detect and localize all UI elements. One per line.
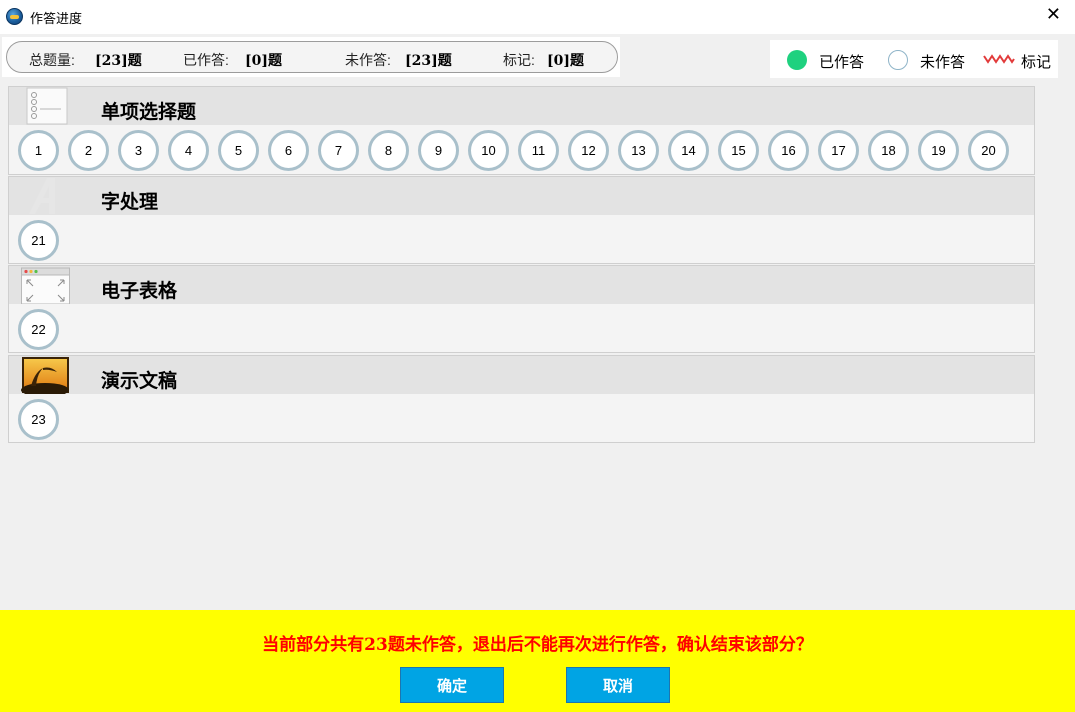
question-button-6[interactable]: 6: [268, 130, 309, 171]
question-row: 21: [18, 220, 68, 261]
question-button-4[interactable]: 4: [168, 130, 209, 171]
section-single-choice: 单项选择题 1 2 3 4 5 6 7 8 9 10 11 12 13 14 1…: [8, 86, 1035, 175]
answered-value: [0]题: [245, 53, 282, 69]
confirm-message: 当前部分共有23题未作答，退出后不能再次进行作答，确认结束该部分？: [262, 635, 813, 655]
question-button-23[interactable]: 23: [18, 399, 59, 440]
total-value: [23]题: [95, 53, 142, 69]
wavy-mark-icon: [983, 54, 1015, 64]
section-word-processing: 字处理 21: [8, 176, 1035, 264]
question-row: 1 2 3 4 5 6 7 8 9 10 11 12 13 14 15 16 1…: [18, 130, 1018, 171]
question-button-9[interactable]: 9: [418, 130, 459, 171]
question-button-10[interactable]: 10: [468, 130, 509, 171]
question-button-3[interactable]: 3: [118, 130, 159, 171]
legend-marked: 标记: [1021, 54, 1052, 71]
sunset-picture-icon: [21, 357, 69, 394]
window-expand-icon: [21, 267, 70, 304]
question-button-15[interactable]: 15: [718, 130, 759, 171]
marked-label: 标记:: [503, 52, 535, 68]
section-spreadsheet: 电子表格 22: [8, 265, 1035, 353]
section-title: 字处理: [101, 191, 159, 213]
unanswered-label: 未作答:: [345, 52, 391, 68]
section-presentation: 演示文稿 23: [8, 355, 1035, 443]
legend: 已作答 未作答 标记: [770, 40, 1058, 78]
unanswered-value: [23]题: [405, 53, 452, 69]
question-button-22[interactable]: 22: [18, 309, 59, 350]
unanswered-circle-icon: [888, 50, 908, 70]
summary-bar: 总题量: [23]题 已作答: [0]题 未作答: [23]题 标记: [0]题: [2, 37, 620, 77]
question-button-16[interactable]: 16: [768, 130, 809, 171]
confirm-panel: 当前部分共有23题未作答，退出后不能再次进行作答，确认结束该部分？ 确定 取消: [0, 610, 1075, 712]
cancel-button[interactable]: 取消: [566, 667, 670, 703]
window-title: 作答进度: [30, 11, 83, 26]
question-button-5[interactable]: 5: [218, 130, 259, 171]
section-header: 演示文稿: [9, 356, 1034, 394]
question-button-17[interactable]: 17: [818, 130, 859, 171]
section-header: 字处理: [9, 177, 1034, 215]
question-button-2[interactable]: 2: [68, 130, 109, 171]
question-button-7[interactable]: 7: [318, 130, 359, 171]
section-title: 电子表格: [101, 280, 178, 302]
list-document-icon: [26, 87, 68, 125]
close-icon[interactable]: ✕: [1046, 5, 1061, 25]
question-button-21[interactable]: 21: [18, 220, 59, 261]
section-title: 演示文稿: [101, 370, 178, 392]
total-label: 总题量:: [29, 52, 75, 68]
question-button-1[interactable]: 1: [18, 130, 59, 171]
question-button-8[interactable]: 8: [368, 130, 409, 171]
legend-unanswered: 未作答: [920, 54, 966, 71]
section-header: 单项选择题: [9, 87, 1034, 125]
question-button-13[interactable]: 13: [618, 130, 659, 171]
question-button-12[interactable]: 12: [568, 130, 609, 171]
answered-dot-icon: [787, 50, 807, 70]
question-button-11[interactable]: 11: [518, 130, 559, 171]
legend-answered: 已作答: [819, 54, 865, 71]
question-row: 23: [18, 399, 68, 440]
question-button-14[interactable]: 14: [668, 130, 709, 171]
question-button-19[interactable]: 19: [918, 130, 959, 171]
question-button-20[interactable]: 20: [968, 130, 1009, 171]
summary-pill: 总题量: [23]题 已作答: [0]题 未作答: [23]题 标记: [0]题: [6, 41, 618, 73]
letter-a-icon: [29, 178, 55, 214]
question-button-18[interactable]: 18: [868, 130, 909, 171]
marked-value: [0]题: [547, 53, 584, 69]
title-bar: 作答进度 ✕: [0, 0, 1075, 34]
ok-button[interactable]: 确定: [400, 667, 504, 703]
app-logo-icon: [6, 8, 23, 25]
question-row: 22: [18, 309, 68, 350]
section-header: 电子表格: [9, 266, 1034, 304]
section-title: 单项选择题: [101, 101, 197, 123]
answered-label: 已作答:: [183, 52, 229, 68]
